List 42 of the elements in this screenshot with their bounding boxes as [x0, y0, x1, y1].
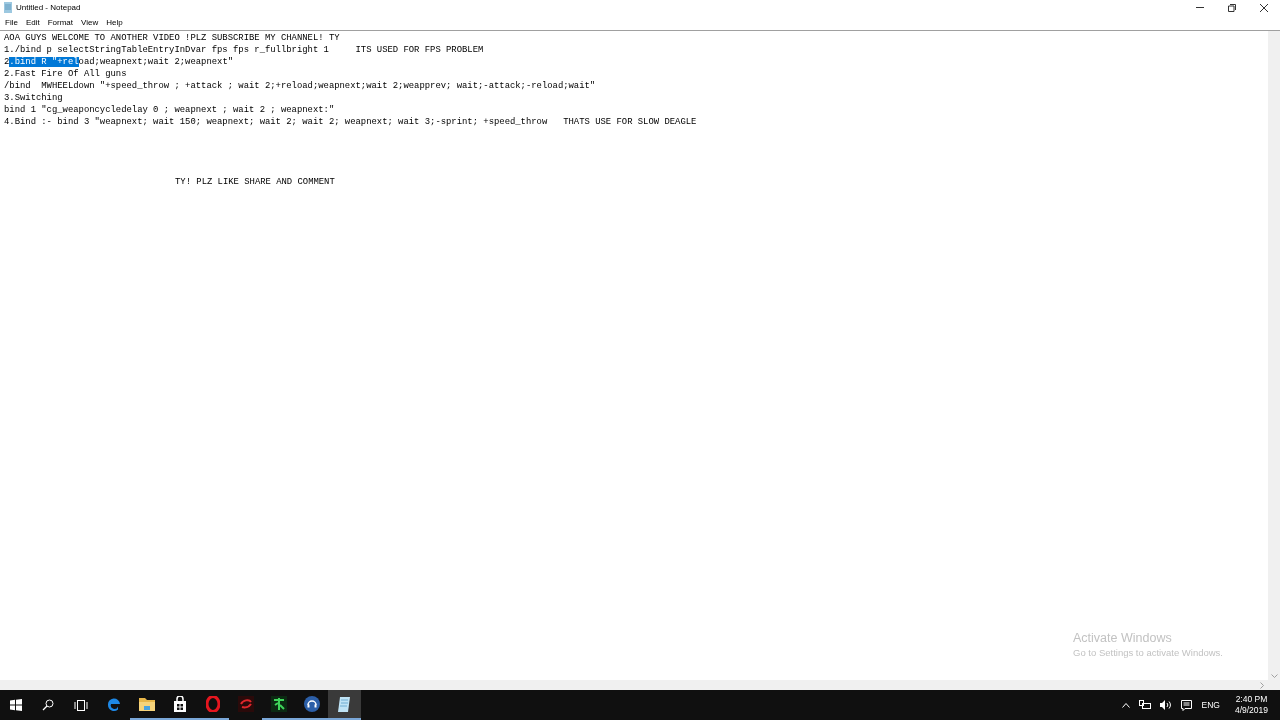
text-line: /bind MWHEELdown "+speed_throw ; +attack ; wait 2;+reload;weapnext;wait 2;weapprev; wait;-attack;-reload;wait"	[4, 81, 596, 91]
text-line: 2	[4, 57, 10, 67]
chevron-up-icon	[1122, 702, 1131, 708]
close-icon	[1260, 3, 1268, 12]
menu-item[interactable]: View	[77, 16, 103, 29]
text-line: 1./bind p selectStringTableEntryInDvar fps fps r_fullbright 1 ITS USED FOR FPS PROBLEM	[4, 45, 484, 55]
text-line: oad;weapnext;wait 2;weapnext"	[78, 57, 234, 67]
text-line: 3.Switching	[4, 93, 63, 103]
notepad-icon	[337, 696, 352, 712]
headset-icon	[303, 696, 320, 712]
restore-icon	[1228, 3, 1236, 12]
menu-item[interactable]: Format	[43, 16, 78, 29]
taskbar-app-button[interactable]	[328, 690, 361, 720]
selected-text: .bind R "+rel	[9, 57, 79, 67]
window-title: Untitled - Notepad	[16, 1, 81, 14]
horizontal-scrollbar[interactable]	[0, 680, 1268, 690]
notepad-icon	[3, 2, 13, 13]
opera-icon	[205, 696, 220, 712]
clock[interactable]: 2:40 PM 4/9/2019	[1228, 694, 1274, 716]
task-view-icon	[73, 699, 88, 711]
text-line: bind 1 "cg_weaponcycledelay 0 ; weapnext ; wait 2 ; weapnext:"	[4, 105, 335, 115]
text-line: TY! PLZ LIKE SHARE AND COMMENT	[175, 177, 335, 187]
swirl-icon	[237, 696, 254, 712]
notification-icon	[1181, 699, 1193, 711]
minimize-icon	[1196, 7, 1204, 8]
shopping-bag-icon	[172, 696, 187, 712]
menu-item[interactable]: File	[1, 16, 22, 29]
text-line: AOA GUYS WELCOME TO ANOTHER VIDEO !PLZ SUBSCRIBE MY CHANNEL! TY	[4, 33, 340, 43]
vertical-scrollbar[interactable]	[1268, 31, 1280, 680]
network-icon	[1139, 700, 1152, 710]
game-icon	[270, 696, 287, 712]
language-indicator[interactable]: ENG	[1201, 698, 1220, 712]
menu-item[interactable]: Help	[102, 16, 127, 29]
text-line: 4.Bind :- bind 3 "weapnext; wait 150; weapnext; wait 2; wait 2; weapnext; wait 3;-sprint; +speed_throw THATS USE FOR SLOW DEAGLE	[4, 117, 697, 127]
volume-icon	[1160, 700, 1173, 710]
search-icon	[42, 699, 54, 711]
activation-title: Activate Windows	[1073, 631, 1173, 646]
menu-item[interactable]: Edit	[21, 16, 44, 29]
text-line: 2.Fast Fire Of All guns	[4, 69, 127, 79]
folder-icon	[138, 697, 155, 711]
windows-icon	[10, 699, 22, 711]
browser-icon	[105, 696, 122, 712]
